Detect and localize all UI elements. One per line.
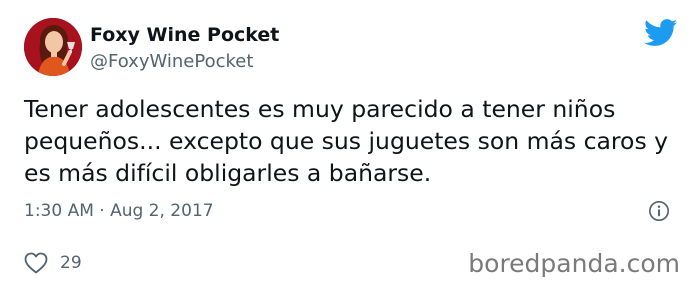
- author-handle[interactable]: @FoxyWinePocket: [90, 51, 253, 73]
- twitter-bird-icon[interactable]: [644, 19, 678, 47]
- tweet-timestamp[interactable]: 1:30 AM · Aug 2, 2017: [24, 200, 214, 222]
- avatar-illustration-icon: [24, 18, 82, 76]
- tweet-card: Foxy Wine Pocket @FoxyWinePocket Tener a…: [0, 0, 700, 289]
- tweet-text: Tener adolescentes es muy parecido a ten…: [24, 95, 669, 187]
- source-watermark: boredpanda.com: [468, 249, 680, 278]
- info-icon[interactable]: [648, 200, 670, 222]
- heart-icon[interactable]: [24, 252, 48, 274]
- author-display-name[interactable]: Foxy Wine Pocket: [90, 24, 279, 46]
- like-action[interactable]: 29: [24, 252, 82, 274]
- author-avatar[interactable]: [24, 18, 82, 76]
- like-count: 29: [60, 253, 82, 273]
